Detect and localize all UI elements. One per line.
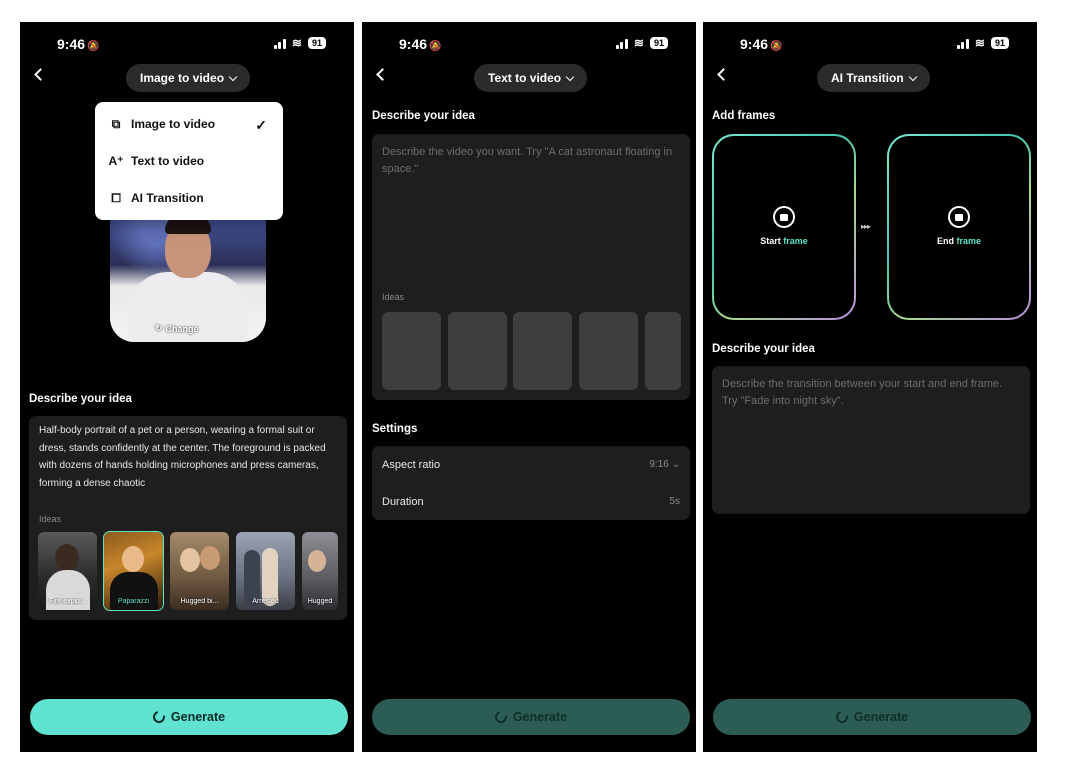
describe-title: Describe your idea [29,393,132,405]
status-bar: 9:46 🔕 ≋ 91 [703,34,1037,54]
idea-placeholder-3[interactable] [513,312,572,390]
menu-item-ai-transition[interactable]: ⧠ AI Transition [109,188,204,208]
idea-thumb-hugged-bi[interactable]: Hugged bi... [170,532,229,610]
idea-caption: Hugged [307,598,333,605]
prompt-text[interactable]: Half-body portrait of a pet or a person,… [39,422,339,492]
mute-icon: 🔕 [87,41,100,52]
idea-thumb-hugged[interactable]: Hugged [302,532,338,610]
wifi-icon: ≋ [291,36,302,50]
end-frame-label: End frame [936,236,982,246]
checkmark-icon: ✓ [255,117,267,133]
signal-icon [956,38,969,49]
mode-selector[interactable]: AI Transition [817,64,930,92]
idea-thumb-fire[interactable]: Fire explo... [38,532,97,610]
menu-item-label: Text to video [131,154,205,168]
status-bar: 9:46 🔕 ≋ 91 [362,34,696,54]
prompt-placeholder[interactable]: Describe the video you want. Try "A cat … [382,144,678,178]
text-icon: A⁺ [108,154,124,168]
menu-item-label: Image to video [131,117,216,131]
settings-panel: Aspect ratio 9:16 ⌄ Duration 5s [372,446,690,520]
duration-label: Duration [382,496,424,508]
aspect-ratio-label: Aspect ratio [382,459,441,471]
settings-title: Settings [372,423,418,435]
mode-title: Text to video [488,71,562,85]
idea-caption: Arrested [252,598,279,605]
arrow-icon: ▸▸▸ [861,222,871,231]
change-photo-button[interactable]: ↻ Change [155,323,199,334]
battery-icon: 91 [649,37,668,49]
mute-icon: 🔕 [429,41,442,52]
uploaded-photo[interactable]: ↻ Change [110,202,266,342]
status-time: 9:46 🔕 [399,36,442,52]
status-time: 9:46 🔕 [740,36,783,52]
wifi-icon: ≋ [633,36,644,50]
prompt-panel[interactable]: Describe the transition between your sta… [712,366,1030,514]
ai-transition-screen: 9:46 🔕 ≋ 91 AI Transition Add frames Star… [703,22,1037,752]
mode-dropdown-menu: ⧉ Image to video ✓ A⁺ Text to video ⧠ AI… [95,102,283,220]
menu-item-label: AI Transition [131,191,204,205]
aspect-ratio-value: 9:16 [649,459,669,470]
signal-icon [615,38,628,49]
aspect-ratio-row[interactable]: Aspect ratio 9:16 ⌄ [382,459,680,471]
change-label: Change [165,323,199,334]
ideas-label: Ideas [39,514,62,524]
describe-title: Describe your idea [372,110,475,122]
mode-selector[interactable]: Image to video [126,64,251,92]
generate-button[interactable]: Generate [713,699,1031,735]
signal-icon [273,38,286,49]
mode-title: Image to video [140,71,225,85]
transition-icon: ⧠ [111,190,121,205]
idea-caption: Fire explo... [49,598,86,605]
battery-icon: 91 [990,37,1009,49]
chevron-down-icon [228,72,238,81]
end-frame-slot[interactable]: End frame [887,134,1031,320]
menu-item-text-to-video[interactable]: A⁺ Text to video [108,151,205,171]
generate-label: Generate [170,710,226,724]
idea-placeholder-1[interactable] [382,312,441,390]
add-frames-title: Add frames [712,110,776,122]
generate-button[interactable]: Generate [372,699,690,735]
back-button[interactable] [376,68,389,81]
generate-icon [833,708,851,726]
image-icon: ⧉ [111,116,121,131]
generate-label: Generate [512,710,568,724]
chevron-down-icon [565,72,575,81]
generate-icon [150,708,168,726]
status-time: 9:46 🔕 [57,36,100,52]
idea-thumb-paparazzi[interactable]: Paparazzi [103,531,164,611]
duration-row[interactable]: Duration 5s [382,496,680,508]
start-frame-label: Start frame [760,236,808,246]
chevron-down-icon: ⌄ [671,459,680,470]
ideas-label: Ideas [382,292,405,302]
generate-button[interactable]: Generate [30,699,348,735]
idea-placeholder-5[interactable] [645,312,681,390]
wifi-icon: ≋ [974,36,985,50]
prompt-placeholder[interactable]: Describe the transition between your sta… [722,376,1020,410]
idea-thumb-arrested[interactable]: Arrested [236,532,295,610]
battery-icon: 91 [307,37,326,49]
menu-item-image-to-video[interactable]: ⧉ Image to video [109,114,215,134]
mute-icon: 🔕 [770,41,783,52]
idea-caption: Hugged bi... [180,598,219,605]
status-bar: 9:46 🔕 ≋ 91 [20,34,354,54]
text-to-video-screen: 9:46 🔕 ≋ 91 Text to video Describe your i… [362,22,696,752]
chevron-down-icon [908,72,917,81]
mode-selector[interactable]: Text to video [474,64,588,92]
add-image-icon [773,206,795,228]
describe-title: Describe your idea [712,343,815,355]
add-image-icon [948,206,970,228]
generate-icon [492,708,510,726]
generate-label: Generate [853,710,909,724]
start-frame-slot[interactable]: Start frame [712,134,856,320]
idea-caption: Paparazzi [117,598,150,605]
back-button[interactable] [34,68,47,81]
image-to-video-screen: 9:46 🔕 ≋ 91 Image to video ↻ Change ⧉ Ima… [20,22,354,752]
idea-placeholder-2[interactable] [448,312,507,390]
mode-title: AI Transition [831,71,904,85]
duration-value: 5s [669,496,680,507]
idea-placeholder-4[interactable] [579,312,638,390]
back-button[interactable] [717,68,730,81]
refresh-icon: ↻ [155,323,163,333]
